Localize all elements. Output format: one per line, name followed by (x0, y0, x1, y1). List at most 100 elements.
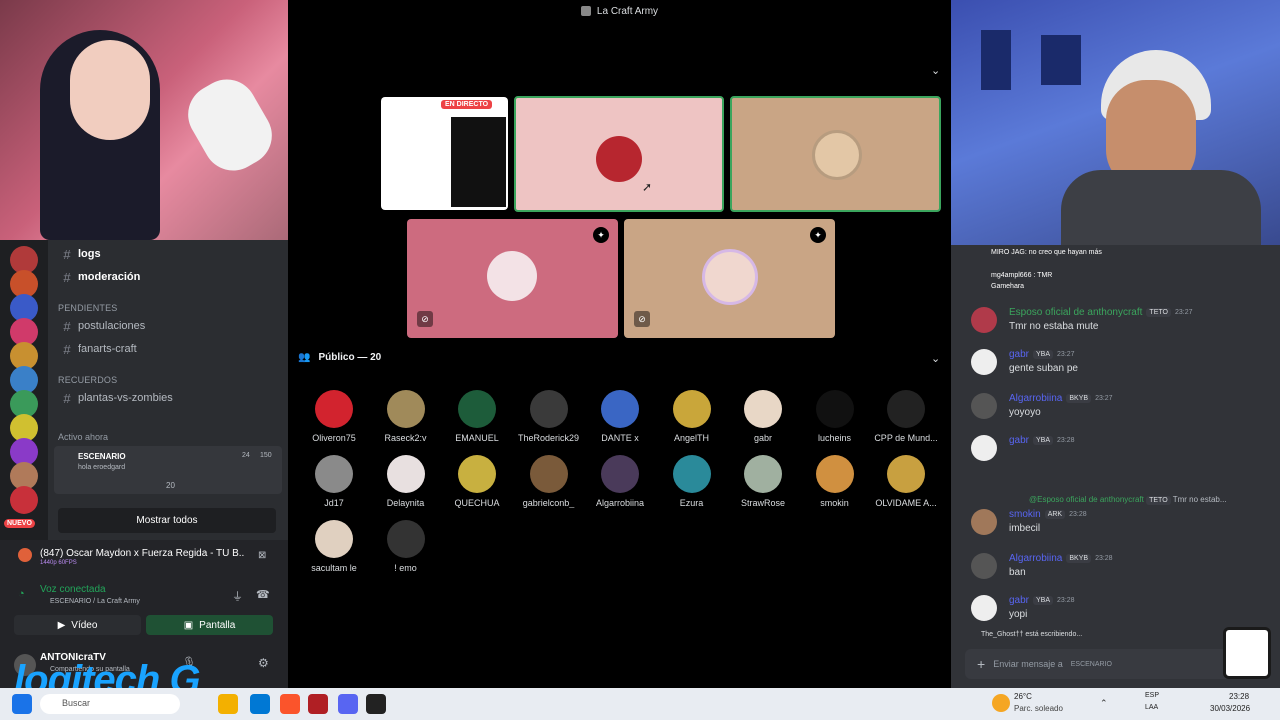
author-name[interactable]: Algarrobiina (1009, 393, 1062, 404)
server-icon[interactable] (10, 486, 38, 514)
author-name[interactable]: Esposo oficial de anthonycraft (1009, 307, 1142, 318)
audience-member[interactable]: sacultam le (298, 520, 370, 586)
audience-avatar (601, 455, 639, 493)
audience-name: Algarrobiina (595, 498, 645, 508)
message-input[interactable]: + Enviar mensaje a ESCENARIO (965, 649, 1265, 679)
role-tag: TETO (1146, 308, 1171, 317)
avatar[interactable] (971, 435, 997, 461)
category-pending[interactable]: Pendientes (58, 303, 118, 313)
close-stream-icon[interactable]: ⊠ (258, 550, 266, 561)
audience-name: sacultam le (311, 563, 357, 573)
audience-avatar (887, 455, 925, 493)
author-name[interactable]: gabr (1009, 595, 1029, 606)
message-text: gente suban pe (1009, 363, 1078, 374)
clock-date[interactable]: 30/03/2026 (1210, 704, 1250, 713)
audience-member[interactable]: gabrielconb_ (513, 455, 585, 521)
video-button[interactable]: ▶ Vídeo (14, 615, 141, 635)
channel-moderation[interactable]: # moderación (48, 266, 288, 288)
lang-label-2[interactable]: LAA (1145, 704, 1158, 711)
audience-member[interactable]: lucheins (799, 390, 871, 456)
voice-channel[interactable]: ESCENARIO / La Craft Army (50, 598, 140, 605)
audience-member[interactable]: CPP de Mund... (870, 390, 942, 456)
new-badge: NUEVO (4, 519, 35, 528)
clock-time[interactable]: 23:28 (1229, 692, 1249, 701)
store-icon[interactable] (250, 694, 270, 714)
author-name[interactable]: gabr (1009, 349, 1029, 360)
audience-member[interactable]: DANTE x (584, 390, 656, 456)
speaker-tile-1[interactable]: ➚ (514, 96, 724, 212)
audience-member[interactable]: Oliveron75 (298, 390, 370, 456)
chevron-down-icon[interactable]: ⌄ (931, 64, 940, 77)
speaker-tile-2[interactable] (730, 96, 941, 212)
chevron-down-icon[interactable]: ⌄ (931, 352, 940, 365)
audience-member[interactable]: Raseck2:v (370, 390, 442, 456)
channel-fanarts[interactable]: # fanarts-craft (48, 338, 288, 360)
muted-icon: ⊘ (634, 311, 650, 327)
audience-member[interactable]: Algarrobiina (584, 455, 656, 521)
screen-button[interactable]: ▣ Pantalla (146, 615, 273, 635)
microphone (177, 68, 283, 182)
speaker-tile-4[interactable]: ✦ ⊘ (624, 219, 835, 338)
gear-icon[interactable]: ⚙ (258, 656, 269, 670)
audience-name: CPP de Mund... (874, 433, 938, 443)
taskbar: Buscar 26°C Parc. soleado ⌃ ESP LAA 23:2… (0, 688, 1280, 720)
obs-icon[interactable] (366, 694, 386, 714)
noise-icon[interactable]: ⏚ (232, 588, 243, 604)
audience-member[interactable]: TheRoderick29 (513, 390, 585, 456)
poster (1041, 35, 1081, 85)
voice-connected[interactable]: Voz conectada (40, 584, 106, 595)
weather-desc: Parc. soleado (1014, 704, 1063, 713)
speaker-tile-3[interactable]: ✦ ⊘ (407, 219, 618, 338)
audience-name: OLVIDAME A... (875, 498, 937, 508)
message-header: smokin ARK 23:28 (1009, 509, 1087, 520)
audience-member[interactable]: OLVIDAME A... (870, 455, 942, 521)
author-name[interactable]: Algarrobiina (1009, 553, 1062, 564)
avatar[interactable] (971, 509, 997, 535)
audience-member[interactable]: StrawRose (727, 455, 799, 521)
plus-icon[interactable]: + (977, 656, 985, 672)
audience-member[interactable]: smokin (799, 455, 871, 521)
audience-member[interactable]: Jd17 (298, 455, 370, 521)
avatar[interactable] (971, 595, 997, 621)
app-icon[interactable] (308, 694, 328, 714)
brave-icon[interactable] (280, 694, 300, 714)
audience-name: StrawRose (740, 498, 785, 508)
avatar[interactable] (971, 349, 997, 375)
audience-member[interactable]: ! emo (370, 520, 442, 586)
audience-member[interactable]: EMANUEL (441, 390, 513, 456)
windows-start-icon[interactable] (12, 694, 32, 714)
audience-name: lucheins (817, 433, 852, 443)
reply-reference[interactable]: @Esposo oficial de anthonycraft TETO Tmr… (1029, 495, 1227, 505)
chevron-up-icon[interactable]: ⌃ (1100, 698, 1108, 709)
disconnect-icon[interactable]: ☎ (256, 588, 270, 601)
audience-member[interactable]: Ezura (656, 455, 728, 521)
audience-member[interactable]: AngelTH (656, 390, 728, 456)
audience-member[interactable]: Delaynita (370, 455, 442, 521)
people-icon: 👥 (298, 352, 311, 363)
avatar[interactable] (971, 393, 997, 419)
audience-name: smokin (820, 498, 849, 508)
stage-title-bar: La Craft Army (288, 0, 951, 22)
audience-name: gabr (753, 433, 772, 443)
channel-plantas[interactable]: # plantas-vs-zombies (48, 387, 288, 409)
channel-postulaciones[interactable]: # postulaciones (48, 315, 288, 337)
channel-logs[interactable]: # logs (48, 243, 288, 265)
avatar[interactable] (971, 553, 997, 579)
active-stage-card[interactable]: ESCENARIO hola eroedgard 24 150 20 (54, 446, 282, 494)
screenshare-tile[interactable]: EN DIRECTO (381, 97, 508, 210)
file-explorer-icon[interactable] (218, 694, 238, 714)
audience-name: Ezura (679, 498, 704, 508)
category-memories[interactable]: RECUERDOS (58, 375, 117, 385)
show-all-button[interactable]: Mostrar todos (58, 508, 276, 533)
lang-label[interactable]: ESP (1145, 692, 1159, 699)
author-name[interactable]: smokin (1009, 509, 1041, 520)
camera-icon: ▶ (57, 619, 66, 631)
author-name[interactable]: gabr (1009, 435, 1029, 446)
audience-member[interactable]: QUECHUA (441, 455, 513, 521)
search-box[interactable]: Buscar (40, 694, 180, 714)
avatar[interactable] (971, 307, 997, 333)
moderator-icon: ✦ (810, 227, 826, 243)
discord-icon[interactable] (338, 694, 358, 714)
audience-member[interactable]: gabr (727, 390, 799, 456)
audience-avatar (386, 520, 425, 558)
